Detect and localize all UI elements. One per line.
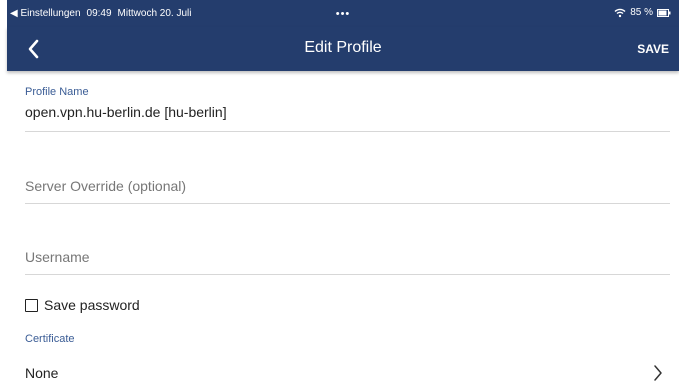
wifi-icon [614, 8, 626, 17]
certificate-label: Certificate [25, 333, 75, 345]
chevron-right-icon [654, 365, 662, 381]
server-override-input[interactable]: Server Override (optional) [25, 178, 670, 194]
status-date: Mittwoch 20. Juli [117, 8, 192, 19]
back-to-app-link[interactable]: ◀ Einstellungen [10, 8, 81, 19]
save-button[interactable]: SAVE [637, 42, 669, 56]
save-password-checkbox[interactable] [25, 298, 38, 312]
save-password-toggle[interactable]: Save password [25, 297, 140, 313]
certificate-value: None [25, 365, 59, 381]
profile-name-value[interactable]: open.vpn.hu-berlin.de [hu-berlin] [25, 104, 670, 120]
battery-percent: 85 % [630, 7, 653, 18]
certificate-selector[interactable]: None [25, 363, 670, 385]
status-bar: ◀ Einstellungen 09:49 Mittwoch 20. Juli … [7, 0, 679, 27]
battery-icon [657, 8, 671, 17]
username-field[interactable]: Username [25, 247, 670, 275]
username-input[interactable]: Username [25, 249, 670, 265]
page-title: Edit Profile [304, 39, 382, 56]
server-override-field[interactable]: Server Override (optional) [25, 175, 670, 204]
nav-bar: Edit Profile SAVE [7, 27, 679, 71]
profile-name-field[interactable]: Profile Name open.vpn.hu-berlin.de [hu-b… [25, 85, 670, 132]
multitasking-dots[interactable]: ••• [336, 8, 351, 20]
profile-name-label: Profile Name [25, 86, 89, 98]
status-time: 09:49 [86, 8, 112, 19]
save-password-label: Save password [44, 297, 140, 313]
